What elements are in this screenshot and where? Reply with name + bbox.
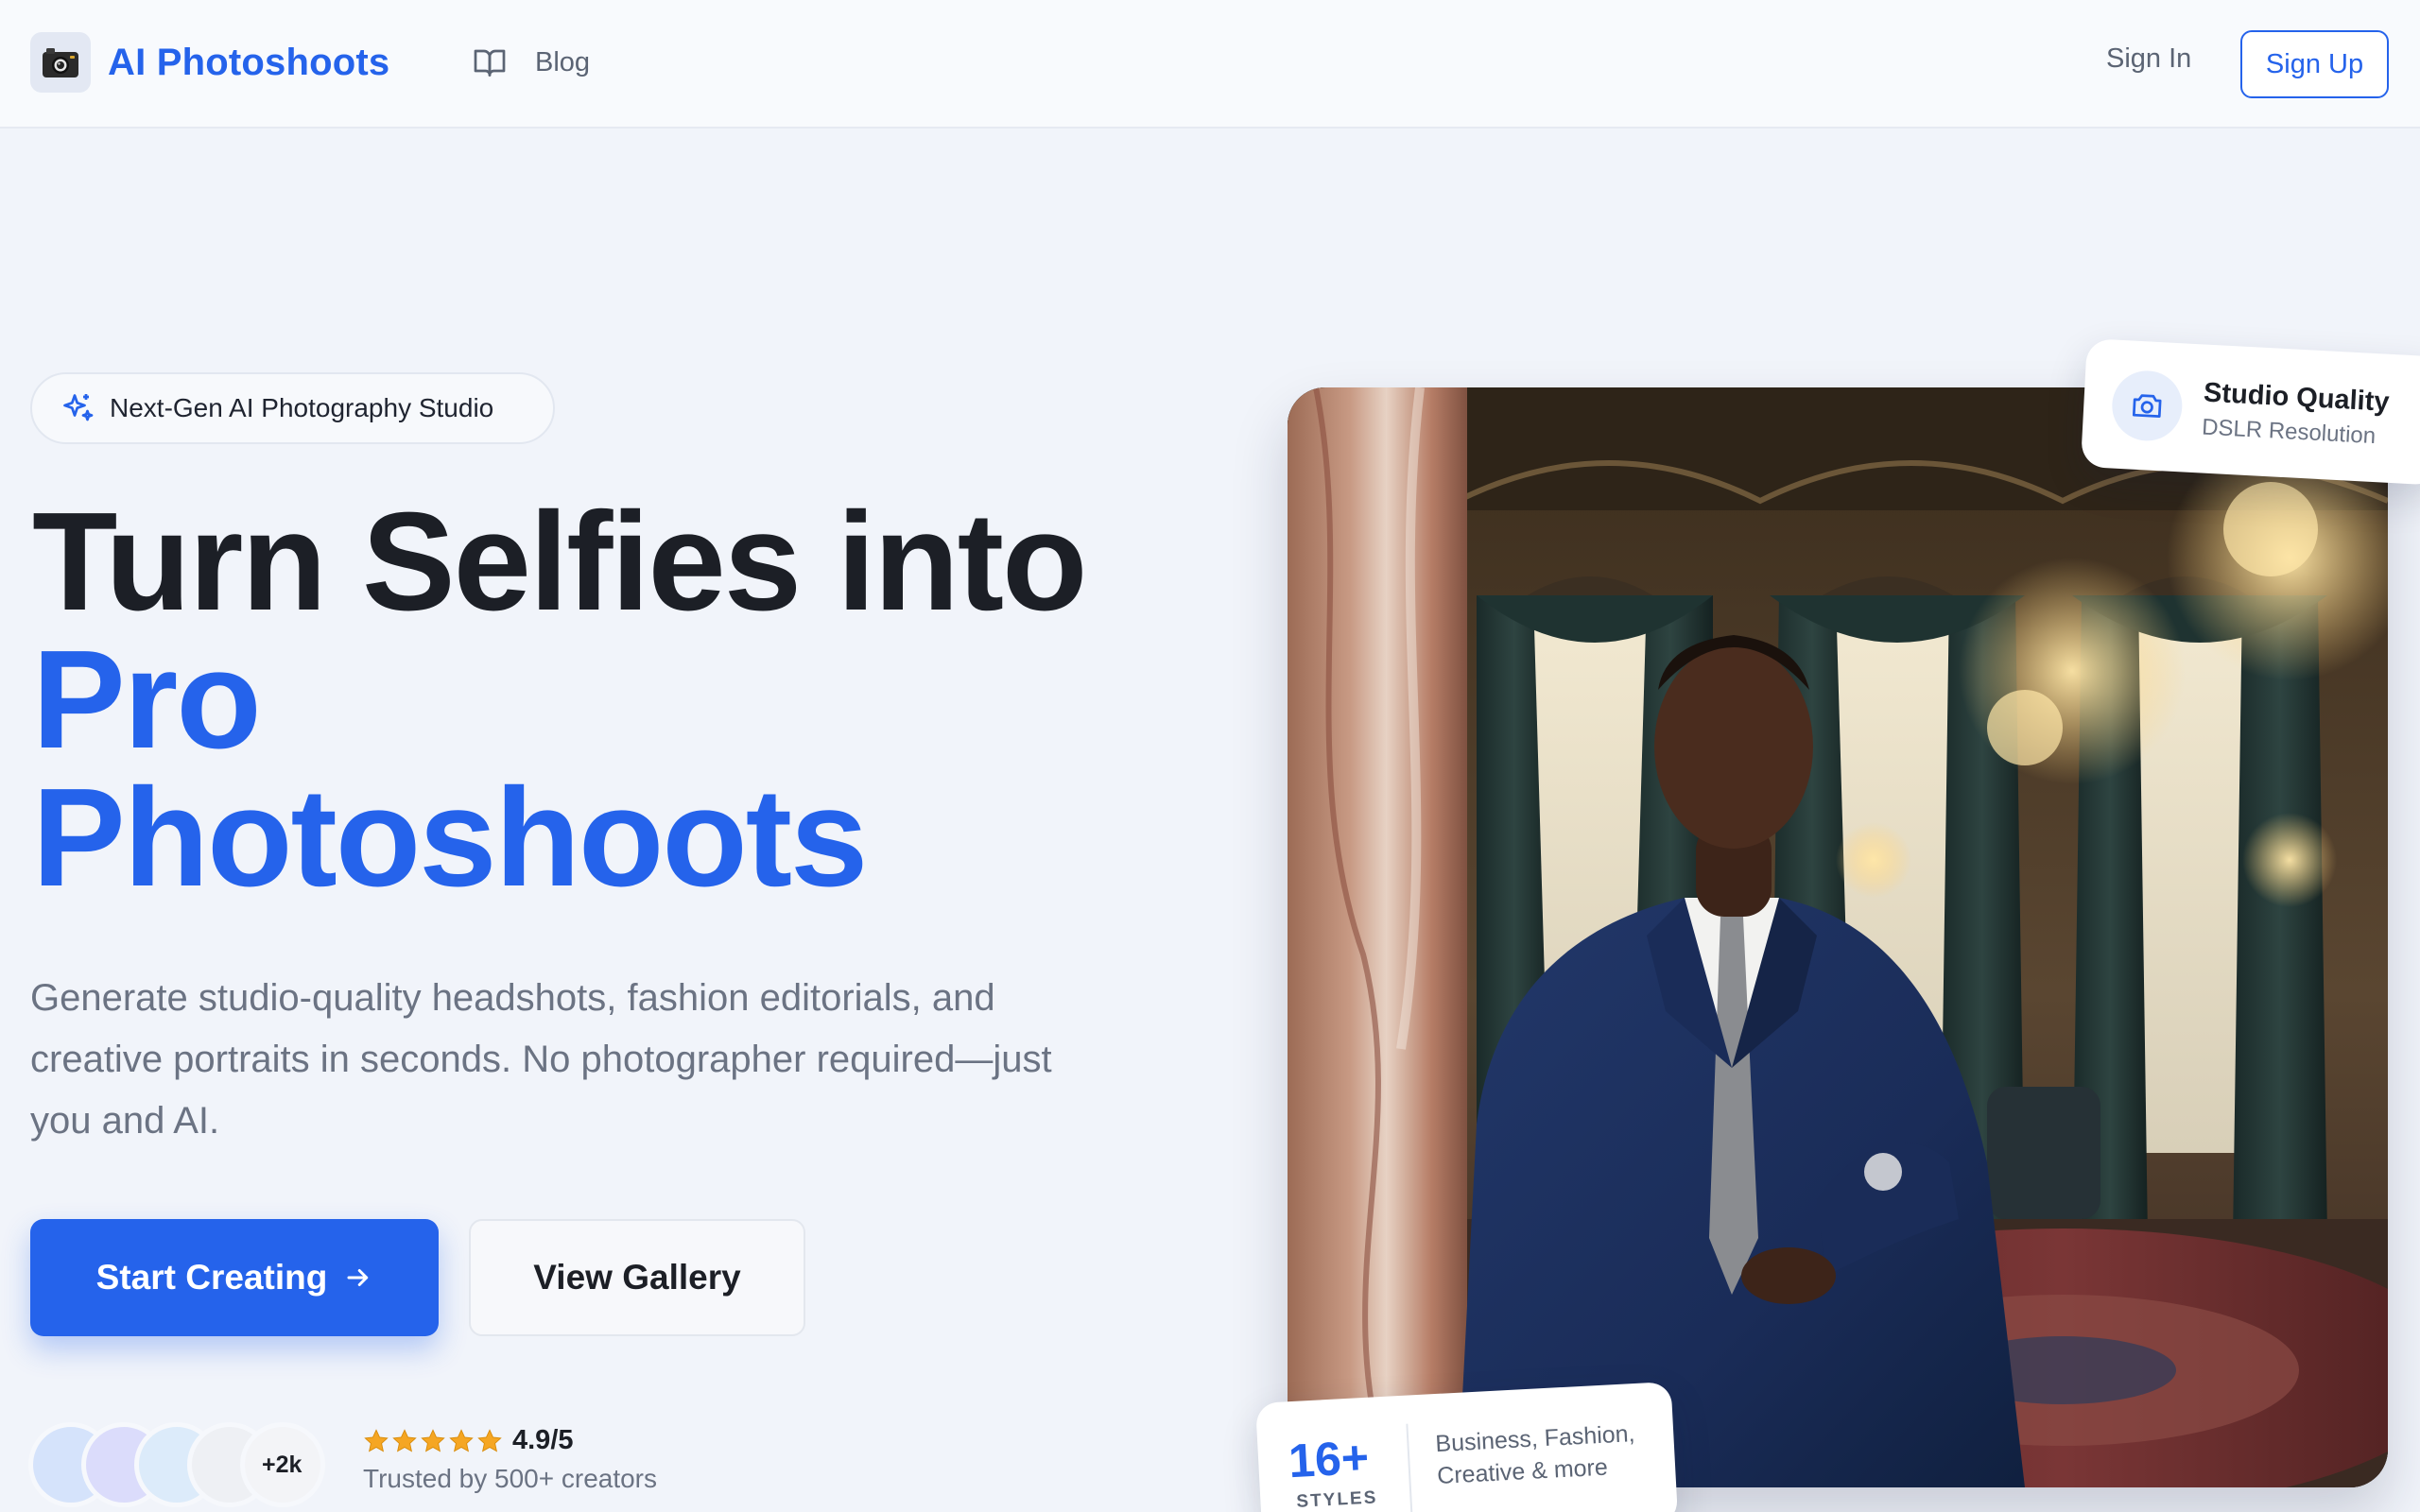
sign-in-link[interactable]: Sign In [2106,43,2191,75]
top-nav: AI Photoshoots Blog Sign In Sign Up [0,0,2420,129]
star-icon [421,1428,445,1452]
star-icon [449,1428,474,1452]
styles-count: 16+ [1287,1430,1371,1488]
hero-portrait-image [1288,387,2388,1487]
studio-quality-card: Studio Quality DSLR Resolution [2080,338,2420,486]
nav-blog-link[interactable]: Blog [473,45,590,79]
view-gallery-button[interactable]: View Gallery [469,1219,805,1336]
hero-badge: Next-Gen AI Photography Studio [30,372,555,444]
rating-score: 4.9/5 [512,1425,574,1455]
hero-subtext: Generate studio-quality headshots, fashi… [30,977,1052,1142]
headline-line-2: Pro [32,622,262,778]
avatar-stack: +2k [28,1422,331,1507]
hero-headline: Turn Selfies into Pro Photoshoots [32,484,1204,916]
styles-card: 16+ STYLES Business, Fashion, Creative &… [1255,1381,1679,1512]
divider [1406,1423,1413,1512]
star-rating [363,1428,505,1454]
landing-page: AI Photoshoots Blog Sign In Sign Up Next… [0,0,2420,1512]
camera-outline-icon [2110,369,2185,443]
studio-quality-title: Studio Quality [2203,377,2391,418]
star-icon [477,1428,502,1452]
avatar-count: +2k [240,1422,325,1507]
styles-label: STYLES [1295,1487,1378,1512]
trust-text: Trusted by 500+ creators [363,1464,658,1493]
sparkle-icon [63,394,94,421]
camera-icon [30,32,91,93]
hero-badge-text: Next-Gen AI Photography Studio [110,393,494,422]
nav-blog-label: Blog [535,46,591,77]
studio-quality-subtitle: DSLR Resolution [2201,413,2377,449]
brand-logo-link[interactable]: AI Photoshoots [30,32,389,93]
rating-block: 4.9/5 Trusted by 500+ creators [363,1425,657,1494]
start-creating-button[interactable]: Start Creating [30,1219,439,1336]
sign-up-button[interactable]: Sign Up [2240,30,2389,98]
headline-line-3: Photoshoots [32,760,868,916]
start-creating-label: Start Creating [95,1258,328,1297]
styles-description: Business, Fashion, Creative & more [1434,1420,1636,1490]
brand-name: AI Photoshoots [108,41,390,83]
star-icon [392,1428,417,1452]
headline-line-1: Turn Selfies into [32,484,1087,640]
arrow-right-icon [347,1269,369,1286]
book-icon [474,49,506,77]
star-icon [364,1428,389,1452]
